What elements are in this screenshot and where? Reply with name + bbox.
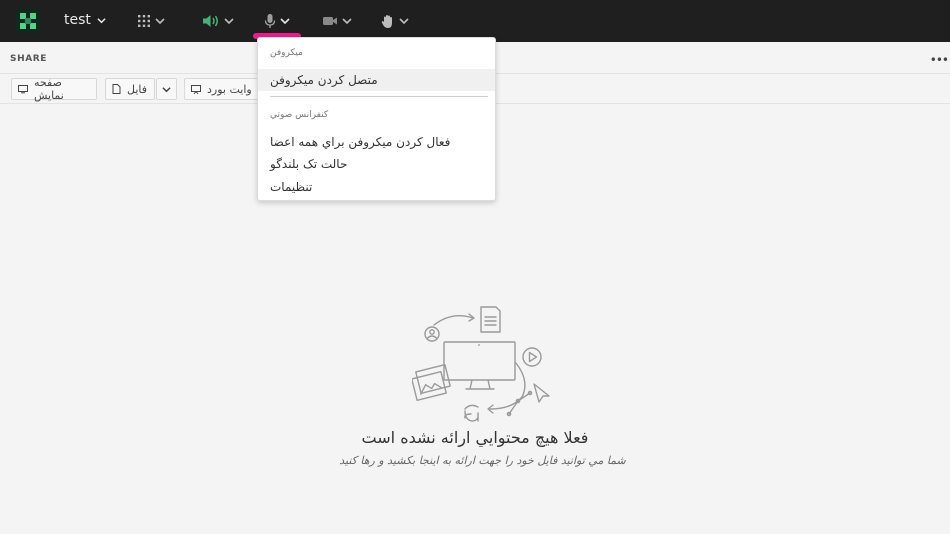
share-screen-button[interactable]: صفحه نمایش [11, 76, 97, 102]
speaker-menu-button[interactable] [202, 11, 234, 31]
menu-divider [270, 96, 488, 97]
chevron-down-icon [155, 18, 165, 25]
chevron-down-icon [280, 18, 290, 25]
chevron-down-icon [342, 18, 352, 25]
audio-settings-item[interactable]: تنظیمات [258, 176, 495, 198]
empty-state-subtitle: شما مي توانید فایل خود را جهت ارائه به ا… [339, 454, 626, 467]
section-conference: کنفرانس صوتي [270, 110, 329, 120]
file-icon [112, 84, 121, 94]
chevron-down-icon [224, 18, 234, 25]
chevron-down-icon [162, 86, 171, 92]
apps-menu-button[interactable] [137, 11, 165, 31]
audio-settings-label: تنظیمات [270, 180, 313, 194]
share-whiteboard-button[interactable]: وایت بورد [184, 78, 260, 100]
raise-hand-icon [381, 14, 392, 28]
empty-content-illustration [412, 306, 550, 422]
panel-title: SHARE [10, 54, 48, 64]
microphone-icon [264, 14, 276, 28]
room-title-menu[interactable]: test [64, 12, 106, 28]
empty-state-title: فعلا هیچ محتوایي ارائه نشده است [361, 428, 589, 447]
camera-menu-button[interactable] [322, 11, 352, 31]
apps-grid-icon [138, 15, 150, 27]
share-screen-label: صفحه نمایش [34, 76, 64, 102]
share-file-dropdown[interactable] [156, 78, 177, 100]
chevron-down-icon [399, 18, 409, 25]
more-options-icon[interactable]: ••• [930, 53, 949, 67]
raise-hand-menu-button[interactable] [381, 11, 409, 31]
enable-all-mics-label: فعال کردن میکروفن براي همه اعضا [270, 135, 451, 149]
speaker-icon [203, 15, 218, 27]
microphone-dropdown-menu: میکروفن متصل کردن میکروفن کنفرانس صوتي ف… [257, 37, 496, 201]
speaker-mode-item[interactable]: حالت تک بلندگو [258, 153, 495, 175]
app-logo-icon[interactable] [16, 9, 40, 33]
chevron-down-icon [97, 17, 106, 23]
section-microphone: میکروفن [270, 48, 303, 58]
connect-microphone-item[interactable]: متصل کردن میکروفن [258, 69, 495, 91]
monitor-icon [18, 84, 28, 93]
top-toolbar: test [0, 0, 950, 42]
camera-icon [323, 17, 337, 25]
enable-all-mics-item[interactable]: فعال کردن میکروفن براي همه اعضا [258, 131, 495, 153]
room-title: test [64, 12, 91, 28]
share-file-button[interactable]: فایل [105, 78, 155, 100]
share-whiteboard-label: وایت بورد [207, 82, 252, 96]
whiteboard-icon [191, 84, 201, 94]
connect-microphone-label: متصل کردن میکروفن [270, 73, 378, 87]
microphone-menu-button[interactable] [264, 11, 290, 31]
speaker-mode-label: حالت تک بلندگو [270, 157, 348, 171]
share-file-label: فایل [127, 82, 148, 96]
